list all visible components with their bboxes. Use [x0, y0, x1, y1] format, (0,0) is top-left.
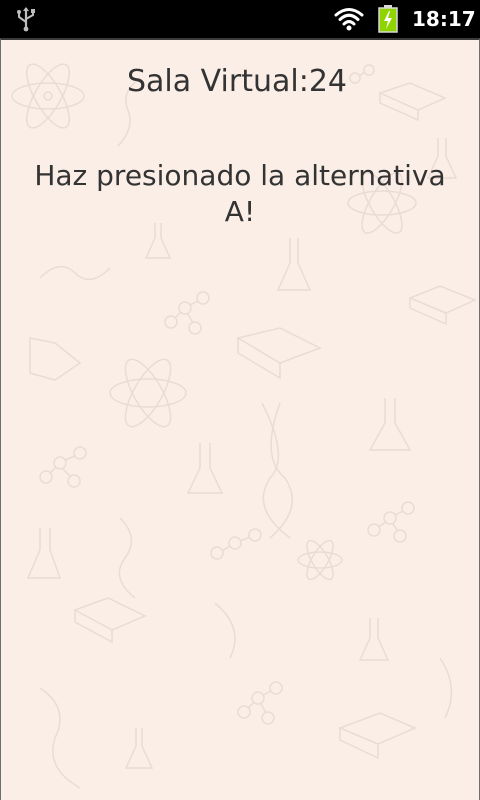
wifi-icon — [334, 8, 364, 31]
battery-charging-icon — [378, 5, 398, 33]
page-title: Sala Virtual:24 — [127, 64, 347, 99]
usb-icon — [17, 7, 35, 32]
app-screen: Sala Virtual:24 Haz presionado la altern… — [0, 38, 480, 800]
selection-message: Haz presionado la alternativa A! — [34, 159, 446, 228]
clock: 18:17 — [412, 7, 476, 31]
content-frame — [0, 38, 480, 800]
status-bar: 18:17 — [0, 0, 480, 38]
